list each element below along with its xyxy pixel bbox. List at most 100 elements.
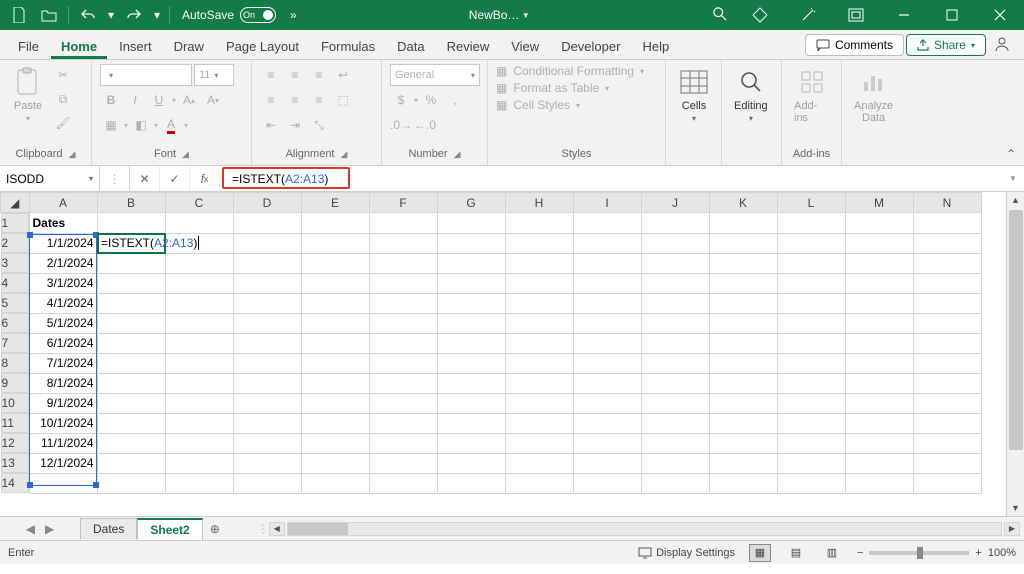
cut-button[interactable]: ✂ [52, 64, 74, 86]
merge-button[interactable]: ⬚ [332, 89, 354, 111]
col-header[interactable]: N [913, 193, 981, 213]
fill-color-button[interactable]: ◧ [130, 114, 152, 136]
font-color-button[interactable]: A [160, 114, 182, 136]
currency-button[interactable]: $ [390, 89, 412, 111]
col-header[interactable]: M [845, 193, 913, 213]
tab-developer[interactable]: Developer [551, 33, 630, 59]
zoom-slider[interactable] [869, 551, 969, 555]
share-button[interactable]: Share ▾ [906, 34, 986, 56]
cells-button[interactable]: Cells▾ [674, 64, 714, 125]
cell[interactable]: 12/1/2024 [29, 453, 97, 473]
tab-formulas[interactable]: Formulas [311, 33, 385, 59]
cancel-formula-button[interactable]: ✕ [130, 166, 160, 191]
tab-review[interactable]: Review [437, 33, 500, 59]
col-header[interactable]: A [29, 193, 97, 213]
col-header[interactable]: E [301, 193, 369, 213]
tab-file[interactable]: File [8, 33, 49, 59]
dialog-launcher-icon[interactable]: ◢ [454, 149, 461, 160]
scroll-right-button[interactable]: ▶ [1004, 522, 1020, 536]
percent-button[interactable]: % [420, 89, 442, 111]
row-header[interactable]: 13 [1, 453, 29, 473]
zoom-control[interactable]: − + 100% [857, 547, 1016, 559]
collapse-ribbon-button[interactable]: ⌃ [1006, 147, 1016, 161]
autosave-toggle[interactable]: On [240, 7, 276, 23]
cell[interactable]: 10/1/2024 [29, 413, 97, 433]
cell[interactable]: 8/1/2024 [29, 373, 97, 393]
align-left-button[interactable]: ≡ [260, 89, 282, 111]
conditional-formatting-button[interactable]: ▦Conditional Formatting▾ [496, 64, 644, 78]
orientation-button[interactable]: ⤡ [308, 114, 330, 136]
new-file-icon[interactable] [6, 3, 32, 27]
chevron-down-icon[interactable]: ▾ [89, 174, 93, 183]
row-header[interactable]: 11 [1, 413, 29, 433]
cell[interactable]: 6/1/2024 [29, 333, 97, 353]
app-switcher-icon[interactable] [836, 0, 876, 30]
col-header[interactable]: H [505, 193, 573, 213]
page-layout-view-button[interactable]: ▤ [785, 544, 807, 562]
horizontal-scrollbar[interactable]: ◀ ▶ [269, 522, 1024, 536]
tab-help[interactable]: Help [632, 33, 679, 59]
cell[interactable]: Dates [29, 213, 97, 234]
row-header[interactable]: 3 [1, 253, 29, 273]
row-header[interactable]: 7 [1, 333, 29, 353]
decrease-indent-button[interactable]: ⇤ [260, 114, 282, 136]
tab-view[interactable]: View [501, 33, 549, 59]
row-header[interactable]: 4 [1, 273, 29, 293]
borders-button[interactable]: ▦ [100, 114, 122, 136]
cell[interactable]: 7/1/2024 [29, 353, 97, 373]
col-header[interactable]: D [233, 193, 301, 213]
maximize-button[interactable] [932, 0, 972, 30]
autosave-control[interactable]: AutoSave On [182, 7, 276, 23]
undo-button[interactable] [75, 3, 101, 27]
qat-overflow[interactable]: » [290, 8, 297, 22]
col-header[interactable]: I [573, 193, 641, 213]
row-header[interactable]: 1 [1, 213, 29, 233]
minimize-button[interactable] [884, 0, 924, 30]
dialog-launcher-icon[interactable]: ◢ [341, 149, 348, 160]
user-icon[interactable] [988, 31, 1016, 57]
page-break-view-button[interactable]: ▥ [821, 544, 843, 562]
increase-indent-button[interactable]: ⇥ [284, 114, 306, 136]
cell[interactable]: 1/1/2024 [29, 233, 97, 253]
redo-button[interactable] [121, 3, 147, 27]
col-header[interactable]: C [165, 193, 233, 213]
align-right-button[interactable]: ≡ [308, 89, 330, 111]
row-header[interactable]: 5 [1, 293, 29, 313]
row-header[interactable]: 10 [1, 393, 29, 413]
cell[interactable] [97, 233, 165, 253]
number-format-combo[interactable]: General▾ [390, 64, 480, 86]
cell[interactable]: 9/1/2024 [29, 393, 97, 413]
underline-button[interactable]: U [148, 89, 170, 111]
align-bottom-button[interactable]: ≡ [308, 64, 330, 86]
dialog-launcher-icon[interactable]: ◢ [69, 149, 76, 160]
tab-data[interactable]: Data [387, 33, 434, 59]
row-header[interactable]: 2 [1, 233, 29, 253]
formula-input[interactable]: =ISTEXT(A2:A13) [220, 166, 1002, 191]
zoom-out-button[interactable]: − [857, 547, 863, 559]
cell[interactable]: 11/1/2024 [29, 433, 97, 453]
format-painter-button[interactable]: 🖌 [52, 112, 74, 134]
tab-page-layout[interactable]: Page Layout [216, 33, 309, 59]
cell[interactable]: 4/1/2024 [29, 293, 97, 313]
col-header[interactable]: K [709, 193, 777, 213]
bold-button[interactable]: B [100, 89, 122, 111]
insert-function-button[interactable]: fx [190, 166, 220, 191]
col-header[interactable]: G [437, 193, 505, 213]
sheet-nav[interactable]: ◀▶ [0, 522, 80, 536]
scroll-up-button[interactable]: ▲ [1007, 192, 1024, 208]
cell-styles-button[interactable]: ▦Cell Styles▾ [496, 98, 580, 112]
zoom-level[interactable]: 100% [988, 547, 1016, 559]
col-header[interactable]: F [369, 193, 437, 213]
font-name-combo[interactable]: ▾ [100, 64, 192, 86]
italic-button[interactable]: I [124, 89, 146, 111]
row-header[interactable]: 8 [1, 353, 29, 373]
col-header[interactable]: L [777, 193, 845, 213]
align-top-button[interactable]: ≡ [260, 64, 282, 86]
paste-button[interactable]: Paste ▾ [8, 64, 48, 125]
row-header[interactable]: 12 [1, 433, 29, 453]
accept-formula-button[interactable]: ✓ [160, 166, 190, 191]
comments-button[interactable]: Comments [805, 34, 904, 56]
decrease-font-button[interactable]: A▾ [202, 89, 224, 111]
search-button[interactable] [700, 7, 740, 24]
wrap-text-button[interactable]: ↩ [332, 64, 354, 86]
